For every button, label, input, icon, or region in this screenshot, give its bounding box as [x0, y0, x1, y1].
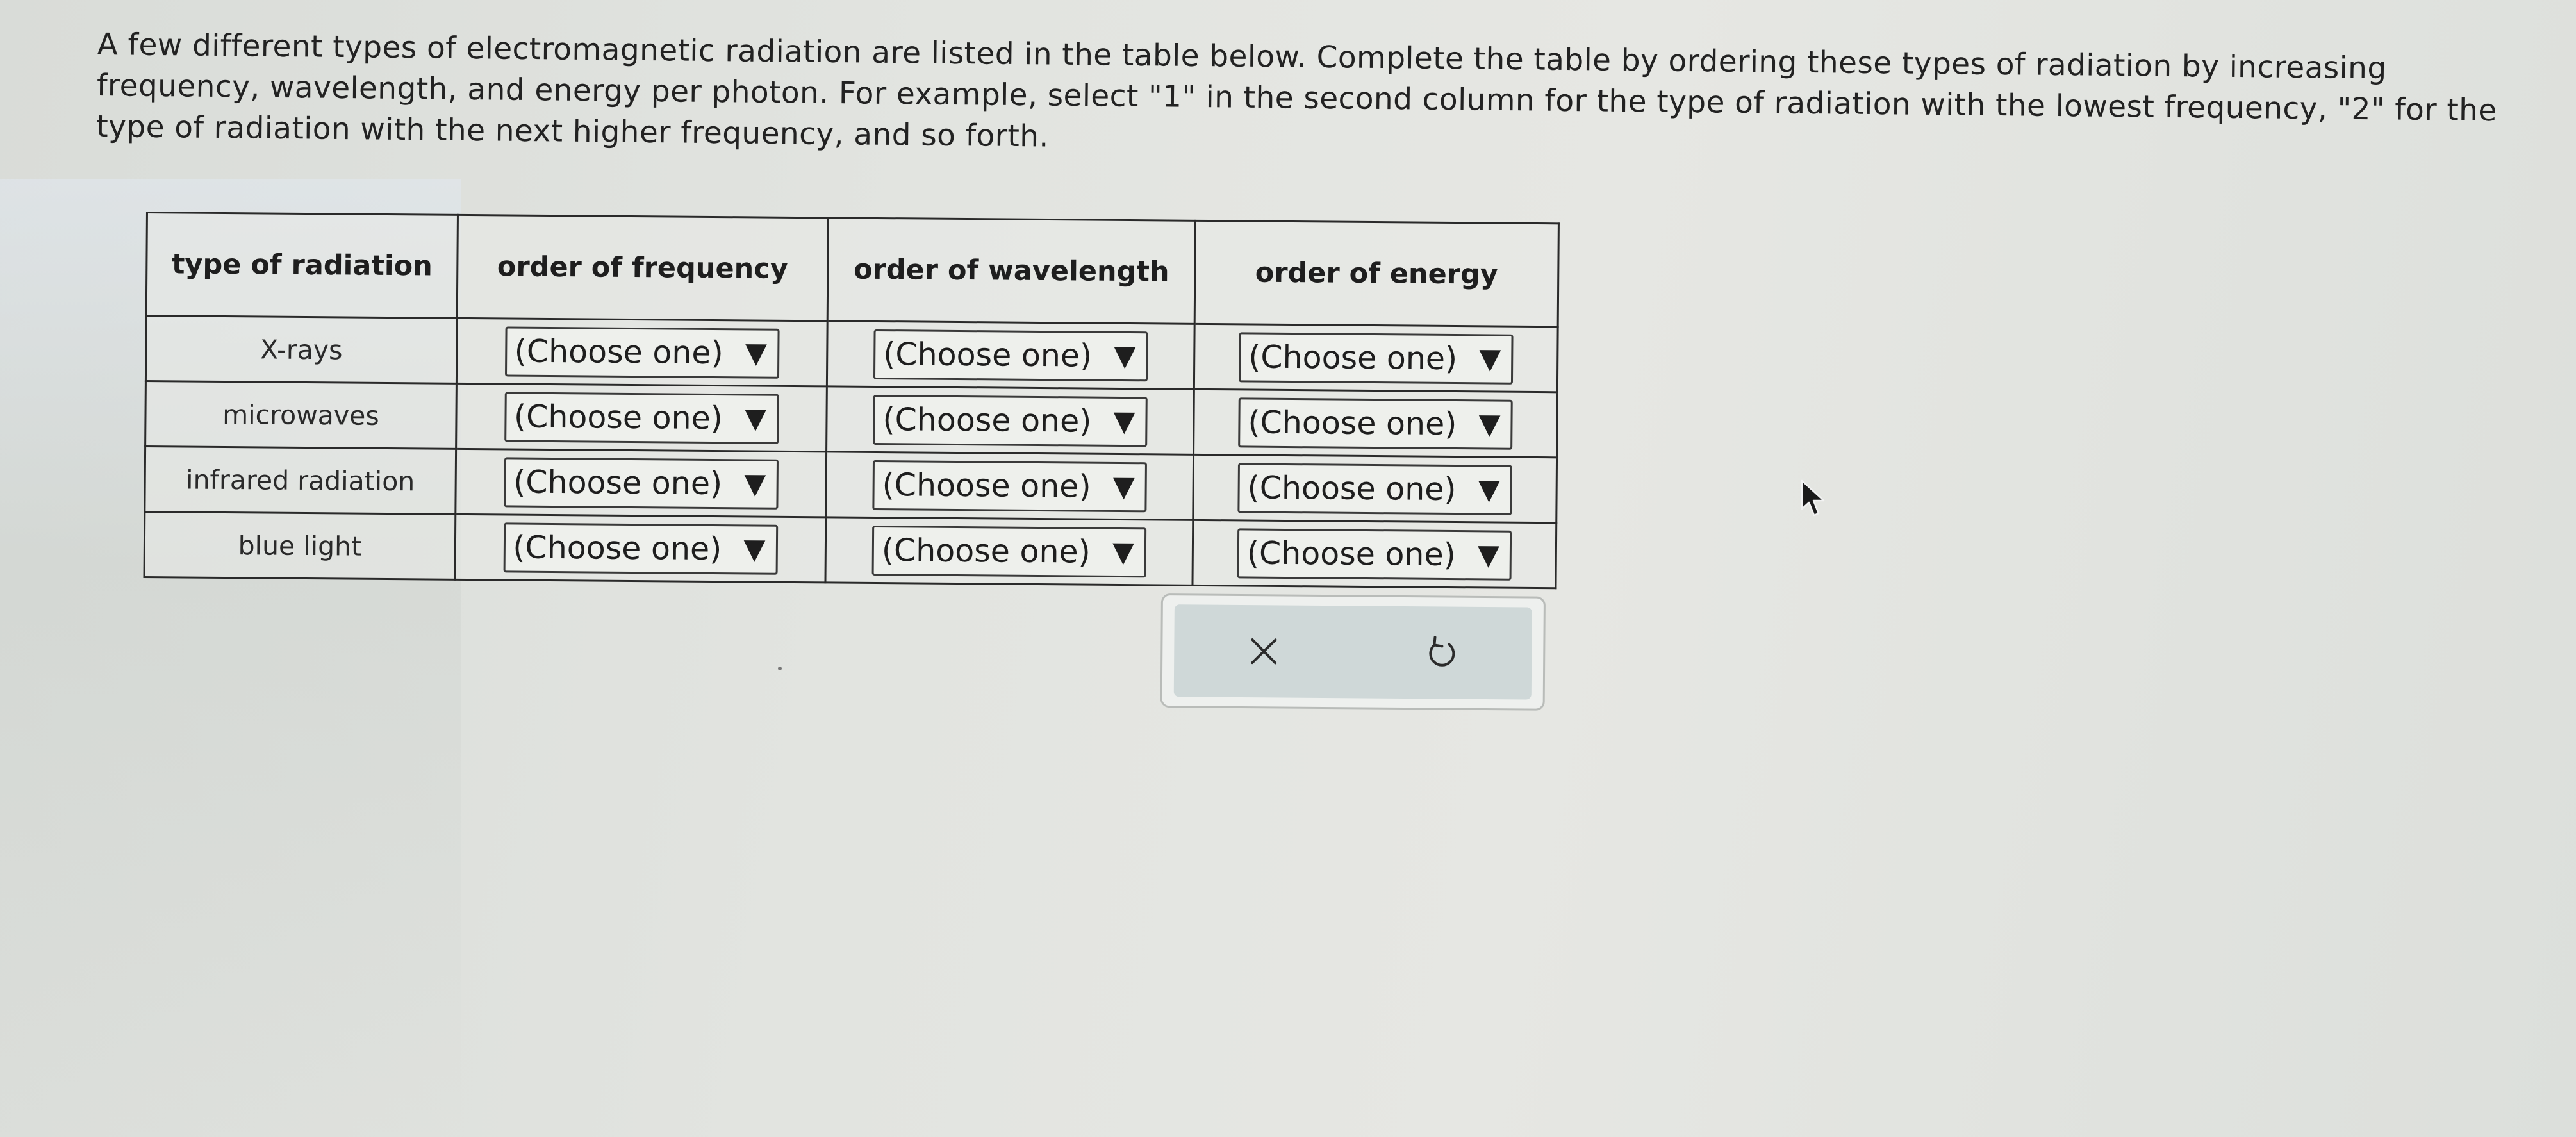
dropdown-arrow-icon: ▼ — [744, 467, 766, 501]
dropdown-arrow-icon: ▼ — [744, 402, 767, 435]
dropdown-arrow-icon: ▼ — [1114, 339, 1136, 373]
wavelength-select-x-rays[interactable]: (Choose one) ▼ — [873, 329, 1148, 381]
answer-actions-bar — [1173, 604, 1532, 700]
clear-button[interactable] — [1225, 616, 1302, 687]
dropdown-arrow-icon: ▼ — [1477, 538, 1500, 572]
energy-select-microwaves[interactable]: (Choose one) ▼ — [1238, 397, 1513, 450]
energy-cell: (Choose one) ▼ — [1194, 324, 1558, 392]
screen-speck — [778, 667, 782, 670]
table-row-infrared-radiation: infrared radiation (Choose one) ▼ (Choos… — [144, 446, 1557, 523]
select-value: (Choose one) — [514, 333, 723, 372]
dropdown-arrow-icon: ▼ — [743, 533, 766, 566]
wavelength-select-blue-light[interactable]: (Choose one) ▼ — [871, 525, 1147, 577]
frequency-cell: (Choose one) ▼ — [456, 318, 828, 386]
reset-button[interactable] — [1403, 617, 1481, 688]
wavelength-cell: (Choose one) ▼ — [825, 517, 1193, 586]
header-type-of-radiation: type of radiation — [146, 212, 458, 319]
select-value: (Choose one) — [1248, 338, 1458, 378]
frequency-select-infrared[interactable]: (Choose one) ▼ — [503, 456, 779, 510]
wavelength-cell: (Choose one) ▼ — [826, 386, 1194, 455]
frequency-select-x-rays[interactable]: (Choose one) ▼ — [504, 326, 780, 379]
energy-cell: (Choose one) ▼ — [1193, 454, 1557, 523]
header-order-of-wavelength: order of wavelength — [827, 217, 1196, 324]
radiation-type-cell: infrared radiation — [144, 446, 456, 515]
header-order-of-frequency: order of frequency — [457, 215, 829, 321]
select-value: (Choose one) — [1248, 404, 1457, 443]
dropdown-arrow-icon: ▼ — [1479, 342, 1501, 376]
frequency-cell: (Choose one) ▼ — [456, 383, 827, 452]
table-row-x-rays: X-rays (Choose one) ▼ (Choose one) ▼ (Ch — [145, 315, 1558, 392]
table-row-blue-light: blue light (Choose one) ▼ (Choose one) ▼ — [144, 511, 1556, 588]
dropdown-arrow-icon: ▼ — [1478, 473, 1500, 506]
radiation-table-container: type of radiation order of frequency ord… — [143, 212, 1560, 590]
select-value: (Choose one) — [882, 401, 1092, 440]
radiation-type-cell: X-rays — [145, 315, 458, 384]
energy-select-x-rays[interactable]: (Choose one) ▼ — [1238, 331, 1514, 385]
dropdown-arrow-icon: ▼ — [1478, 408, 1501, 441]
energy-select-infrared[interactable]: (Choose one) ▼ — [1237, 462, 1512, 515]
select-value: (Choose one) — [881, 532, 1091, 570]
select-value: (Choose one) — [1246, 535, 1456, 574]
dropdown-arrow-icon: ▼ — [1113, 404, 1135, 438]
answer-actions-panel — [1160, 593, 1546, 711]
select-value: (Choose one) — [513, 463, 723, 502]
instructions-text: A few different types of electromagnetic… — [96, 26, 2498, 154]
header-order-of-energy: order of energy — [1194, 220, 1559, 327]
frequency-select-blue-light[interactable]: (Choose one) ▼ — [503, 522, 778, 575]
radiation-type-cell: microwaves — [145, 381, 457, 449]
wavelength-select-microwaves[interactable]: (Choose one) ▼ — [873, 394, 1148, 447]
energy-cell: (Choose one) ▼ — [1192, 520, 1556, 588]
energy-select-blue-light[interactable]: (Choose one) ▼ — [1237, 527, 1512, 581]
frequency-cell: (Choose one) ▼ — [455, 514, 826, 583]
wavelength-cell: (Choose one) ▼ — [825, 451, 1194, 520]
mouse-pointer-icon — [1799, 479, 1828, 522]
close-icon — [1250, 638, 1276, 665]
dropdown-arrow-icon: ▼ — [745, 336, 767, 370]
radiation-type-cell: blue light — [144, 511, 456, 580]
energy-cell: (Choose one) ▼ — [1193, 389, 1558, 458]
select-value: (Choose one) — [513, 398, 723, 437]
radiation-table: type of radiation order of frequency ord… — [143, 212, 1560, 590]
dropdown-arrow-icon: ▼ — [1112, 470, 1135, 504]
select-value: (Choose one) — [882, 467, 1091, 505]
table-header-row: type of radiation order of frequency ord… — [146, 212, 1559, 327]
select-value: (Choose one) — [513, 529, 722, 568]
frequency-select-microwaves[interactable]: (Choose one) ▼ — [504, 391, 779, 444]
wavelength-cell: (Choose one) ▼ — [827, 320, 1195, 390]
wavelength-select-infrared[interactable]: (Choose one) ▼ — [872, 460, 1147, 512]
select-value: (Choose one) — [1247, 469, 1457, 508]
undo-icon — [1428, 636, 1455, 667]
dropdown-arrow-icon: ▼ — [1112, 535, 1135, 569]
select-value: (Choose one) — [883, 336, 1093, 374]
table-row-microwaves: microwaves (Choose one) ▼ (Choose one) ▼ — [145, 381, 1558, 458]
frequency-cell: (Choose one) ▼ — [455, 449, 827, 517]
